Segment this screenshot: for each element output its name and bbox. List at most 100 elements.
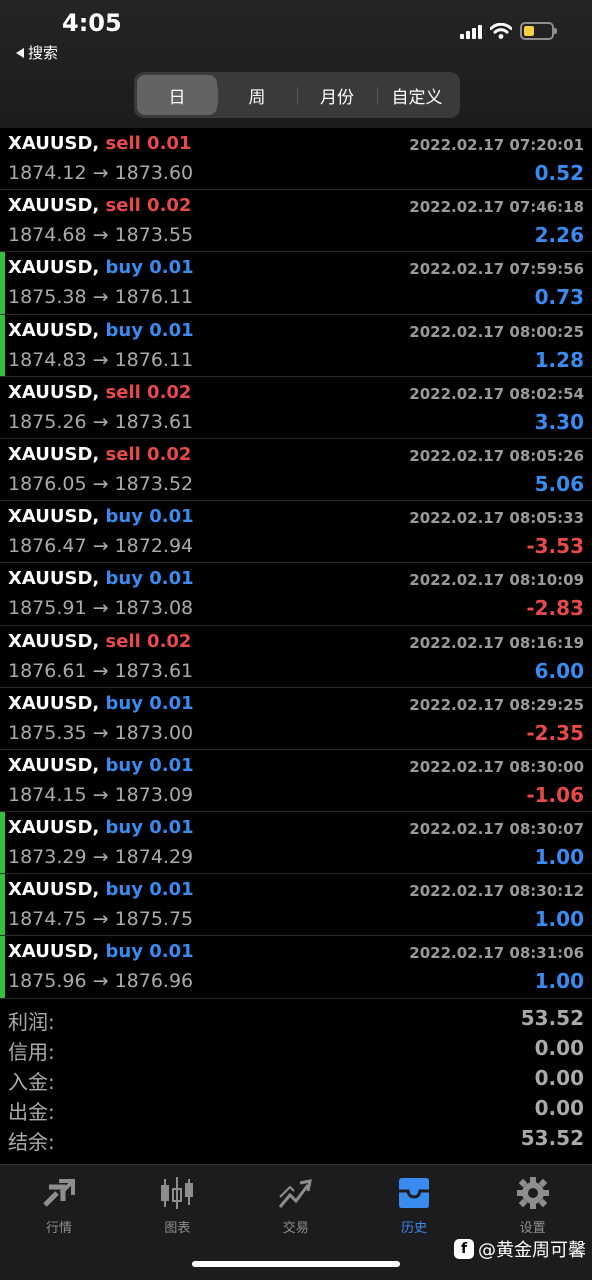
- segment-1[interactable]: 周: [217, 75, 297, 115]
- tab-1[interactable]: 图表: [118, 1175, 236, 1236]
- trade-datetime: 2022.02.17 08:30:07: [409, 820, 584, 839]
- trade-symbol: XAUUSD,: [8, 692, 100, 714]
- trade-row[interactable]: XAUUSD, buy 0.01 2022.02.17 08:29:25 1875.…: [0, 688, 592, 750]
- trade-symbol: XAUUSD,: [8, 319, 100, 341]
- trade-row[interactable]: XAUUSD, sell 0.02 2022.02.17 08:02:54 1875…: [0, 377, 592, 439]
- trade-row[interactable]: XAUUSD, buy 0.01 2022.02.17 08:31:06 1875.…: [0, 936, 592, 999]
- trade-row[interactable]: XAUUSD, sell 0.02 2022.02.17 08:16:19 1876…: [0, 626, 592, 688]
- trade-datetime: 2022.02.17 08:30:12: [409, 882, 584, 901]
- trade-symbol-line: XAUUSD, sell 0.02: [8, 382, 191, 403]
- trade-symbol-line: XAUUSD, buy 0.01: [8, 257, 194, 278]
- trade-datetime: 2022.02.17 08:05:26: [409, 446, 584, 465]
- tab-label: 行情: [45, 1221, 72, 1236]
- chart-icon: [118, 1175, 236, 1211]
- tab-2[interactable]: 交易: [237, 1175, 355, 1236]
- trade-symbol: XAUUSD,: [8, 941, 100, 963]
- trade-action: buy 0.01: [105, 692, 194, 714]
- summary-label: 入金:: [8, 1070, 55, 1094]
- trade-profit: 1.28: [534, 347, 584, 372]
- trade-symbol-line: XAUUSD, buy 0.01: [8, 941, 194, 962]
- trade-row[interactable]: XAUUSD, sell 0.02 2022.02.17 08:05:26 1876…: [0, 439, 592, 502]
- trade-row[interactable]: XAUUSD, sell 0.01 2022.02.17 07:20:01 1874…: [0, 128, 592, 191]
- back-arrow-icon: [16, 47, 24, 58]
- battery-icon: [520, 22, 557, 40]
- trade-datetime: 2022.02.17 07:59:56: [409, 260, 584, 279]
- tab-label: 历史: [401, 1221, 428, 1236]
- trade-symbol-line: XAUUSD, sell 0.01: [8, 133, 191, 154]
- trade-symbol: XAUUSD,: [8, 506, 100, 528]
- summary-value: 0.00: [534, 1096, 584, 1120]
- summary-row: 出金: 0.00: [0, 1096, 592, 1126]
- trade-icon: [237, 1175, 355, 1211]
- back-to-search-link[interactable]: 搜索: [16, 42, 58, 63]
- tab-label: 设置: [519, 1221, 546, 1236]
- status-time: 4:05: [62, 9, 122, 37]
- position-marker: [0, 812, 5, 874]
- trade-profit: 0.52: [534, 161, 584, 185]
- trade-datetime: 2022.02.17 08:16:19: [409, 633, 584, 652]
- trade-profit: 3.30: [534, 409, 584, 434]
- summary-row: 信用: 0.00: [0, 1036, 592, 1066]
- position-marker: [0, 936, 5, 998]
- trade-profit: 1.00: [534, 845, 584, 870]
- trade-symbol: XAUUSD,: [8, 817, 100, 839]
- summary-label: 结余:: [8, 1130, 55, 1154]
- wifi-icon: [490, 23, 512, 39]
- trade-datetime: 2022.02.17 08:02:54: [409, 384, 584, 403]
- trade-row[interactable]: XAUUSD, buy 0.01 2022.02.17 08:10:09 1875.…: [0, 563, 592, 626]
- trade-symbol-line: XAUUSD, buy 0.01: [8, 568, 194, 589]
- trade-price: 1876.61 → 1873.61: [8, 659, 194, 682]
- trade-price: 1875.38 → 1876.11: [8, 286, 194, 309]
- trade-symbol: XAUUSD,: [8, 879, 100, 901]
- trade-row[interactable]: XAUUSD, buy 0.01 2022.02.17 08:30:00 1874.…: [0, 750, 592, 813]
- summary-row: 结余: 53.52: [0, 1126, 592, 1156]
- trade-action: buy 0.01: [105, 506, 194, 528]
- segment-2[interactable]: 月份: [297, 75, 377, 115]
- trade-symbol: XAUUSD,: [8, 630, 100, 652]
- trade-symbol: XAUUSD,: [8, 195, 100, 217]
- trade-row[interactable]: XAUUSD, buy 0.01 2022.02.17 08:30:12 1874.…: [0, 874, 592, 937]
- trade-datetime: 2022.02.17 08:30:00: [409, 757, 584, 776]
- trade-profit: 2.26: [534, 223, 584, 248]
- position-marker: [0, 314, 5, 376]
- trade-symbol-line: XAUUSD, buy 0.01: [8, 693, 194, 714]
- trade-symbol: XAUUSD,: [8, 257, 100, 279]
- trade-price: 1874.83 → 1876.11: [8, 348, 194, 371]
- tab-3[interactable]: 历史: [355, 1175, 473, 1236]
- trade-row[interactable]: XAUUSD, buy 0.01 2022.02.17 08:05:33 1876.…: [0, 501, 592, 564]
- segment-0[interactable]: 日: [137, 75, 217, 115]
- back-label: 搜索: [28, 44, 59, 62]
- trade-profit: -1.06: [526, 782, 584, 807]
- trade-row[interactable]: XAUUSD, buy 0.01 2022.02.17 08:00:25 1874.…: [0, 314, 592, 377]
- trade-symbol-line: XAUUSD, buy 0.01: [8, 320, 194, 341]
- trade-action: buy 0.01: [105, 754, 194, 776]
- trade-price: 1874.12 → 1873.60: [8, 162, 194, 184]
- trade-profit: 0.73: [534, 285, 584, 310]
- quotes-icon: [0, 1175, 118, 1211]
- tab-0[interactable]: 行情: [0, 1175, 118, 1236]
- header: 4:05 搜索 日周月份 自定义: [0, 0, 592, 128]
- trade-price: 1875.35 → 1873.00: [8, 721, 194, 744]
- trade-symbol: XAUUSD,: [8, 568, 100, 590]
- account-summary: 利润: 53.52 信用: 0.00 入金: 0.00 出金: 0.00 结余: 53.52: [0, 1006, 592, 1156]
- position-marker: [0, 874, 5, 936]
- tab-4[interactable]: 设置: [474, 1175, 592, 1236]
- summary-row: 入金: 0.00: [0, 1066, 592, 1096]
- gear-icon: [474, 1175, 592, 1211]
- trade-symbol-line: XAUUSD, sell 0.02: [8, 195, 191, 216]
- trade-symbol-line: XAUUSD, buy 0.01: [8, 506, 194, 527]
- trade-profit: -2.83: [526, 596, 584, 621]
- trade-row[interactable]: XAUUSD, buy 0.01 2022.02.17 08:30:07 1873.…: [0, 812, 592, 875]
- trade-symbol-line: XAUUSD, buy 0.01: [8, 879, 194, 900]
- trade-datetime: 2022.02.17 08:29:25: [409, 695, 584, 714]
- trade-row[interactable]: XAUUSD, buy 0.01 2022.02.17 07:59:56 1875.…: [0, 252, 592, 315]
- period-segmented-control: 日周月份 自定义: [134, 72, 460, 118]
- segment-3[interactable]: 自定义: [377, 75, 457, 115]
- trade-price: 1876.05 → 1873.52: [8, 472, 194, 495]
- trade-row[interactable]: XAUUSD, sell 0.02 2022.02.17 07:46:18 1874…: [0, 190, 592, 253]
- trade-symbol: XAUUSD,: [8, 133, 100, 154]
- tab-label: 图表: [164, 1221, 191, 1236]
- trade-price: 1874.75 → 1875.75: [8, 908, 194, 931]
- trade-history-list: XAUUSD, sell 0.01 2022.02.17 07:20:01 1874…: [0, 128, 592, 999]
- trade-action: buy 0.01: [105, 879, 194, 901]
